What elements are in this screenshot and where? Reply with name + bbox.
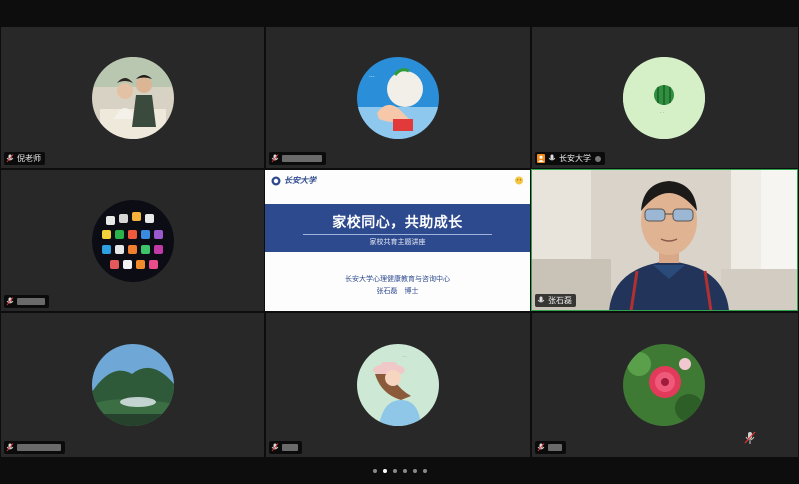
avatar-mountain-landscape <box>92 344 174 426</box>
page-dot[interactable] <box>422 469 427 473</box>
mic-muted-icon <box>6 443 14 452</box>
slide-author: 张石磊 博士 <box>376 287 419 295</box>
participant-tile-2[interactable]: ··· <box>266 27 530 168</box>
slide-organization: 长安大学心理健康教育与咨询中心 <box>345 275 450 283</box>
svg-text:· ·: · · <box>660 110 664 115</box>
mic-muted-icon <box>271 443 279 452</box>
mic-muted-icon[interactable] <box>744 431 756 445</box>
participant-name-blurred <box>282 155 322 162</box>
slide-logo-text: 长安大学 <box>284 175 316 185</box>
avatar-couple-photo <box>92 57 174 139</box>
mic-muted-icon <box>6 154 14 163</box>
active-speaker-video[interactable]: 张石磊 <box>531 169 798 311</box>
participant-name-blurred <box>17 298 45 305</box>
mic-muted-icon <box>6 297 14 306</box>
speaker-video-frame <box>532 170 797 310</box>
participant-tile-4[interactable] <box>1 170 264 311</box>
participant-name-blurred <box>548 444 562 451</box>
name-tag: 张石磊 <box>535 294 576 307</box>
university-emblem-icon <box>271 176 281 185</box>
avatar-girl-illustration: ··· <box>357 344 439 426</box>
page-dot[interactable] <box>402 469 407 473</box>
participant-name-blurred <box>17 444 61 451</box>
participant-tile-3[interactable]: · · 长安大学 <box>532 27 798 168</box>
name-tag: 倪老师 <box>4 152 45 165</box>
name-tag <box>269 441 302 454</box>
host-badge-icon <box>537 154 545 163</box>
participant-name: 倪老师 <box>17 154 41 163</box>
slide-logo: 长安大学 <box>271 175 316 186</box>
participant-name: 张石磊 <box>548 296 572 305</box>
participant-tile-9[interactable] <box>532 313 798 457</box>
slide-divider <box>303 234 492 235</box>
page-dot[interactable] <box>412 469 417 473</box>
participant-tile-8[interactable]: ··· <box>266 313 530 457</box>
page-dot[interactable] <box>382 469 387 473</box>
shared-presentation-slide[interactable]: 长安大学 家校同心，共助成长 家校共育主题讲座 长安大学心理健康教育与咨询中心 … <box>265 170 530 311</box>
page-indicator <box>0 469 799 473</box>
name-tag <box>4 441 65 454</box>
participant-name: 长安大学 <box>559 154 591 163</box>
avatar-flower-photo <box>623 344 705 426</box>
name-tag <box>535 441 566 454</box>
slide-subtitle: 家校共育主题讲座 <box>369 238 426 246</box>
participant-name-blurred <box>282 444 298 451</box>
mic-muted-icon <box>537 443 545 452</box>
mic-icon <box>548 154 556 161</box>
name-tag: 长安大学 <box>535 152 605 165</box>
svg-text:···: ··· <box>369 74 375 81</box>
slide-title: 家校同心，共助成长 <box>332 215 463 231</box>
svg-text:···: ··· <box>403 354 407 359</box>
avatar-phone-homescreen <box>92 200 174 282</box>
page-dot[interactable] <box>392 469 397 473</box>
name-tag <box>269 152 326 165</box>
page-dot[interactable] <box>372 469 377 473</box>
meeting-gallery: 倪老师 ··· · · 长安大学 长安大学 家校同心，共助成长 家校共育主题讲座… <box>0 0 799 484</box>
participant-tile-1[interactable]: 倪老师 <box>1 27 264 168</box>
avatar-peach-photo: ··· <box>357 57 439 139</box>
mic-icon <box>537 296 545 303</box>
network-status-icon <box>595 155 601 162</box>
mic-muted-icon <box>271 154 279 163</box>
avatar-watermelon: · · <box>623 57 705 139</box>
name-tag <box>4 295 49 308</box>
slide-title-banner: 家校同心，共助成长 家校共育主题讲座 <box>265 204 530 252</box>
participant-tile-7[interactable] <box>1 313 264 457</box>
emoji-icon <box>515 176 523 185</box>
